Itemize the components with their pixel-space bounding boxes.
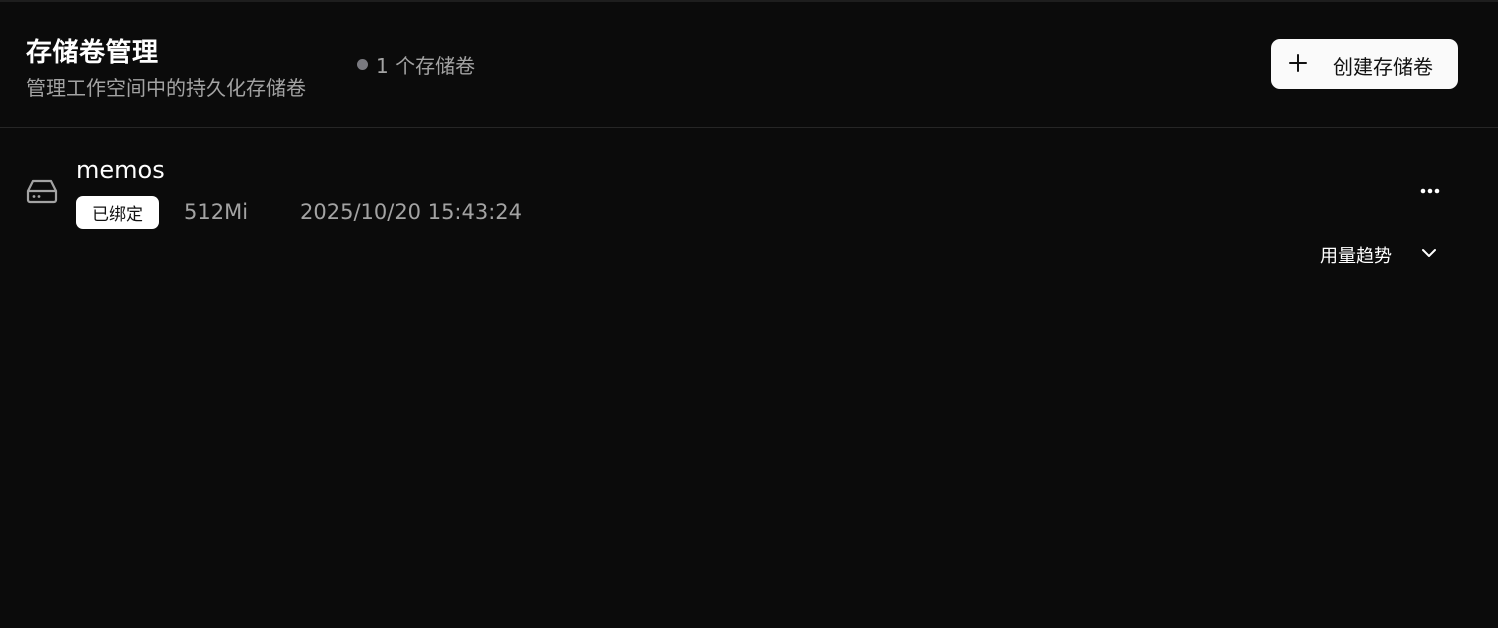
- volume-row[interactable]: memos 已绑定 512Mi 2025/10/20 15:43:24 用量趋势: [0, 128, 1498, 268]
- status-dot-icon: [357, 59, 368, 70]
- page-title: 存储卷管理: [26, 38, 159, 68]
- status-badge: 已绑定: [76, 196, 159, 229]
- chevron-down-icon: [1422, 249, 1436, 257]
- create-volume-label: 创建存储卷: [1333, 55, 1433, 79]
- hard-drive-icon: [26, 179, 58, 204]
- usage-trend-toggle[interactable]: 用量趋势: [1320, 240, 1450, 270]
- volume-name[interactable]: memos: [76, 156, 165, 184]
- page-subtitle: 管理工作空间中的持久化存储卷: [26, 76, 306, 100]
- volume-size: 512Mi: [184, 200, 249, 224]
- volume-created-at: 2025/10/20 15:43:24: [300, 200, 523, 224]
- volume-count-label: 1 个存储卷: [376, 54, 476, 78]
- volume-count: 1 个存储卷: [357, 50, 475, 79]
- more-horizontal-icon[interactable]: [1412, 178, 1448, 204]
- page-header: 存储卷管理 管理工作空间中的持久化存储卷 1 个存储卷 创建存储卷: [0, 2, 1498, 128]
- create-volume-button[interactable]: 创建存储卷: [1271, 39, 1458, 89]
- usage-trend-label: 用量趋势: [1320, 246, 1392, 267]
- plus-icon: [1289, 54, 1307, 72]
